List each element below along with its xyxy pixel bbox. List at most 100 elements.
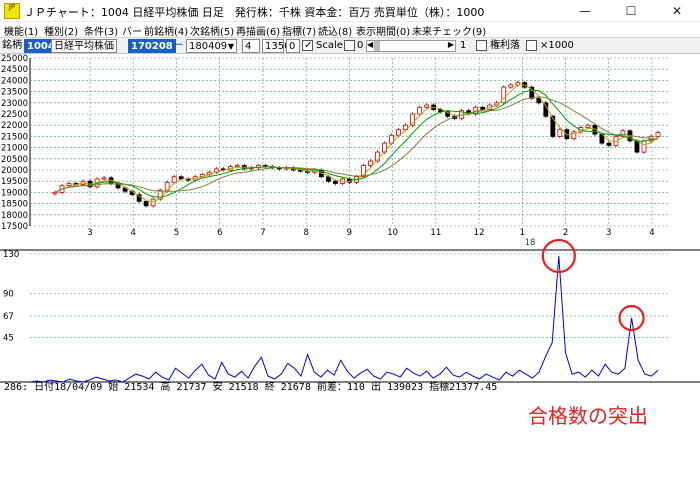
main-y-tick-label: 18500 xyxy=(1,200,28,210)
menu-next-stock[interactable]: 次銘柄(5) xyxy=(190,23,234,38)
scale-checkbox[interactable] xyxy=(302,39,313,52)
candle-body xyxy=(417,106,423,115)
kenri-label: 権利落 xyxy=(490,40,520,51)
candle-body xyxy=(234,165,240,168)
chart-area: 25000 24500 24000 23500 23000 22500 22000 21500… xyxy=(0,54,700,399)
slider-thumb[interactable] xyxy=(374,41,380,51)
title-bar: JP ＪＰチャート：1004 日経平均株価 日足 発行株：千株 資本金：百万 売… xyxy=(0,0,700,22)
main-y-tick-label: 25000 xyxy=(1,54,28,64)
candle-body xyxy=(66,183,72,187)
main-y-tick-label: 23000 xyxy=(1,99,28,109)
sub-y-tick-label: 67 xyxy=(3,312,14,322)
main-x-tick-label: 1 xyxy=(520,228,525,238)
main-x-tick-label: 5 xyxy=(174,228,179,238)
year-label: 18 xyxy=(525,238,536,248)
sub-y-tick-label: 130 xyxy=(3,250,19,260)
candle-body xyxy=(101,177,107,180)
date-to-select[interactable]: 180409 ▼ xyxy=(186,39,237,53)
main-x-tick-label: 2 xyxy=(563,228,568,238)
main-x-tick-label: 12 xyxy=(474,228,485,238)
main-y-tick-label: 19000 xyxy=(1,188,28,198)
date-separator: － xyxy=(174,40,184,51)
menu-shubetsu[interactable]: 種別(2) xyxy=(44,23,78,38)
sub-y-tick-label: 90 xyxy=(3,289,14,299)
toolbar: 銘柄 1004 日経平均株価 170208 － 180409 ▼ 4 1350 … xyxy=(0,37,700,54)
scale-label: Scale xyxy=(316,40,343,51)
menu-prev-stock[interactable]: 前銘柄(4) xyxy=(144,23,188,38)
slider-value: 1 xyxy=(460,40,467,51)
menu-redraw[interactable]: 再描画(6) xyxy=(236,23,280,38)
main-x-tick-label: 7 xyxy=(260,228,265,238)
offset-field[interactable]: 0 xyxy=(286,39,300,53)
stock-chart: 250002450024000 2350023000225002200021500… xyxy=(0,54,700,399)
main-y-tick-label: 20500 xyxy=(1,155,28,165)
main-y-tick-label: 21500 xyxy=(1,132,28,142)
candle-body xyxy=(655,132,661,137)
x1000-label: ×1000 xyxy=(540,40,574,51)
scale-value-checkbox[interactable] xyxy=(344,40,355,51)
candle-body xyxy=(368,160,373,166)
sub-y-tick-label: 45 xyxy=(3,334,14,344)
menu-display-period[interactable]: 表示期間(0) xyxy=(356,23,410,38)
main-x-tick-label: 8 xyxy=(303,228,308,238)
main-y-tick-label: 22500 xyxy=(1,110,28,120)
main-y-tick-label: 20000 xyxy=(1,166,28,176)
candle-body xyxy=(557,129,563,137)
chevron-down-icon: ▼ xyxy=(227,42,234,51)
candle-body xyxy=(585,124,591,128)
maximize-button[interactable]: ☐ xyxy=(608,0,654,22)
chevron-right-icon[interactable]: ▶ xyxy=(448,40,454,49)
menu-bar: 機能(1) 種別(2) 条件(3) バー 前銘柄(4) 次銘柄(5) 再描画(6… xyxy=(0,22,700,38)
main-x-tick-label: 6 xyxy=(217,228,222,238)
main-x-tick-label: 4 xyxy=(131,228,136,238)
main-x-tick-label: 10 xyxy=(387,228,398,238)
stock-name-field[interactable]: 日経平均株価 xyxy=(51,39,117,53)
candle-body xyxy=(543,102,549,117)
main-x-tick-label: 11 xyxy=(430,228,441,238)
menu-load[interactable]: 読込(8) xyxy=(318,23,352,38)
candle-body xyxy=(178,176,184,180)
stock-label: 銘柄 xyxy=(2,40,22,51)
main-x-tick-label: 9 xyxy=(347,228,352,238)
period-field[interactable]: 4 xyxy=(242,39,260,53)
candle-body xyxy=(171,176,177,183)
menu-future-check[interactable]: 未来チェック(9) xyxy=(412,23,486,38)
main-y-tick-label: 22000 xyxy=(1,121,28,131)
candle-body xyxy=(508,84,514,88)
window-title: ＪＰチャート：1004 日経平均株価 日足 発行株：千株 資本金：百万 売買単位… xyxy=(24,6,485,19)
menu-indicator[interactable]: 指標(7) xyxy=(282,23,316,38)
menu-kinou[interactable]: 機能(1) xyxy=(4,23,38,38)
annotation-text: 合格数の突出 xyxy=(528,404,648,428)
date-to-value: 180409 xyxy=(189,41,228,52)
menu-bar-item[interactable]: バー xyxy=(122,23,142,38)
candle-body xyxy=(52,191,58,195)
candle-body xyxy=(606,142,612,146)
candle-body xyxy=(333,180,338,184)
bars-field[interactable]: 1350 xyxy=(262,39,290,53)
candle-body xyxy=(634,140,640,153)
candle-body xyxy=(143,200,149,207)
main-y-tick-label: 21000 xyxy=(1,144,28,154)
status-bar: 286: 日付18/04/09 始 21534 高 21737 安 21518 … xyxy=(4,382,498,393)
scroll-slider[interactable]: ◀ ▶ xyxy=(366,40,456,52)
candle-body xyxy=(424,104,430,108)
main-y-tick-label: 18000 xyxy=(1,211,28,221)
x1000-checkbox[interactable] xyxy=(526,40,537,51)
candle-body xyxy=(536,97,542,104)
minimize-button[interactable]: — xyxy=(562,0,608,22)
candle-body xyxy=(641,140,647,153)
date-from-field[interactable]: 170208 xyxy=(128,39,176,53)
scale-value: 0 xyxy=(357,40,364,51)
main-y-tick-label: 23500 xyxy=(1,88,28,98)
app-icon: JP xyxy=(4,3,20,19)
kenri-checkbox[interactable] xyxy=(476,40,487,51)
chart-background xyxy=(0,54,700,399)
chevron-left-icon[interactable]: ◀ xyxy=(367,40,373,49)
menu-jouken[interactable]: 条件(3) xyxy=(84,23,118,38)
main-y-tick-label: 24000 xyxy=(1,76,28,86)
main-y-tick-label: 24500 xyxy=(1,65,28,75)
main-y-tick-label: 17500 xyxy=(1,222,28,232)
close-button[interactable]: ✕ xyxy=(654,0,700,22)
main-x-tick-label: 3 xyxy=(606,228,611,238)
main-x-tick-label: 4 xyxy=(649,228,654,238)
